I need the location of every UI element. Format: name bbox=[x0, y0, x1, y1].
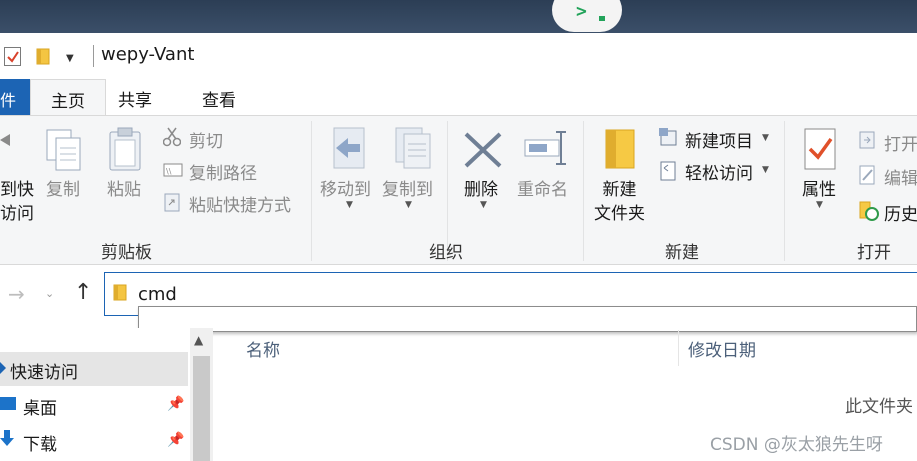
column-header-name[interactable]: 名称 bbox=[246, 336, 280, 361]
group-label-clipboard: 剪贴板 bbox=[101, 243, 152, 263]
copy-path-icon: \\ bbox=[163, 163, 183, 177]
copy-to-dropdown-icon[interactable]: ▼ bbox=[405, 200, 412, 210]
nav-item-desktop[interactable]: 桌面 bbox=[23, 394, 57, 419]
column-separator[interactable] bbox=[678, 330, 679, 366]
watermark: CSDN @灰太狼先生呀 bbox=[710, 435, 883, 455]
edit-button[interactable]: 编辑 bbox=[884, 164, 917, 189]
properties-quick-icon[interactable] bbox=[4, 47, 21, 66]
tab-share[interactable]: 共享 bbox=[118, 86, 152, 111]
download-icon bbox=[0, 430, 14, 446]
copy-button[interactable]: 复制 bbox=[46, 178, 80, 202]
group-label-open: 打开 bbox=[857, 243, 891, 263]
star-icon bbox=[0, 362, 6, 374]
scroll-up-icon[interactable]: ▲ bbox=[194, 333, 203, 347]
new-folder-button[interactable]: 新建 文件夹 bbox=[594, 178, 645, 226]
paste-shortcut-button[interactable]: 粘贴快捷方式 bbox=[189, 191, 291, 216]
quick-access-label: 快速访问 bbox=[10, 363, 78, 383]
rename-button[interactable]: 重命名 bbox=[517, 178, 568, 202]
tab-view[interactable]: 查看 bbox=[202, 86, 236, 111]
scrollbar-thumb[interactable] bbox=[193, 356, 210, 461]
new-folder-icon bbox=[605, 129, 635, 169]
group-separator bbox=[583, 121, 584, 261]
easy-access-button[interactable]: 轻松访问 bbox=[685, 159, 753, 184]
history-button[interactable]: 历史 bbox=[884, 200, 917, 225]
paste-shortcut-icon bbox=[164, 193, 180, 212]
scissors-icon bbox=[163, 127, 181, 147]
checkmark-doc-icon bbox=[804, 128, 836, 170]
forward-arrow-icon[interactable]: → bbox=[8, 282, 25, 306]
recent-locations-chevron-icon[interactable]: ⌄ bbox=[45, 287, 54, 300]
x-icon bbox=[464, 132, 502, 168]
copy-icon bbox=[46, 129, 81, 171]
copy-to-button[interactable]: 复制到 bbox=[382, 178, 433, 202]
new-item-button[interactable]: 新建项目 bbox=[685, 127, 753, 152]
top-strip bbox=[0, 0, 917, 33]
edit-icon bbox=[859, 165, 875, 185]
pin-quick-access-button[interactable]: 到快 访问 bbox=[0, 178, 34, 226]
folder-quick-icon[interactable] bbox=[36, 48, 50, 65]
pin-icon[interactable]: 📌 bbox=[167, 396, 184, 412]
copy-path-button[interactable]: 复制路径 bbox=[189, 159, 257, 184]
delete-button[interactable]: 删除 bbox=[464, 178, 498, 202]
easy-access-icon bbox=[660, 161, 676, 181]
new-item-icon bbox=[659, 128, 677, 146]
new-item-dropdown-icon[interactable]: ▼ bbox=[762, 133, 769, 143]
move-to-button[interactable]: 移动到 bbox=[320, 178, 371, 202]
paste-icon bbox=[109, 127, 141, 171]
easy-access-dropdown-icon[interactable]: ▼ bbox=[762, 165, 769, 175]
empty-folder-message: 此文件夹 bbox=[845, 397, 913, 417]
paste-button[interactable]: 粘贴 bbox=[107, 178, 141, 202]
window-title: wepy-Vant bbox=[101, 44, 195, 65]
group-label-new: 新建 bbox=[665, 243, 699, 263]
up-arrow-icon[interactable]: ↑ bbox=[74, 280, 92, 305]
cut-button[interactable]: 剪切 bbox=[189, 127, 223, 152]
history-icon bbox=[859, 201, 879, 221]
terminal-icon[interactable]: > bbox=[552, 0, 622, 32]
delete-dropdown-icon[interactable]: ▼ bbox=[480, 200, 487, 210]
svg-text:\\: \\ bbox=[166, 167, 172, 176]
group-separator bbox=[311, 121, 312, 261]
address-input[interactable]: cmd bbox=[138, 284, 177, 305]
open-button[interactable]: 打开 bbox=[884, 130, 917, 155]
move-to-icon bbox=[333, 127, 365, 169]
properties-dropdown-icon[interactable]: ▼ bbox=[816, 200, 823, 210]
folder-icon bbox=[113, 284, 127, 301]
group-label-organize: 组织 bbox=[429, 243, 463, 263]
rename-icon bbox=[524, 131, 566, 165]
pin-icon bbox=[0, 134, 10, 146]
tab-file[interactable]: 件 bbox=[0, 79, 30, 115]
pin-icon[interactable]: 📌 bbox=[167, 432, 184, 448]
open-icon bbox=[859, 131, 875, 149]
address-suggestions-dropdown[interactable] bbox=[138, 306, 917, 332]
nav-item-downloads[interactable]: 下载 bbox=[23, 430, 57, 455]
desktop-icon bbox=[0, 397, 16, 410]
tab-home[interactable]: 主页 bbox=[30, 79, 106, 116]
properties-button[interactable]: 属性 bbox=[802, 178, 836, 202]
terminal-cursor-icon bbox=[599, 16, 605, 21]
customize-quick-access-icon[interactable]: ▼ bbox=[66, 53, 74, 64]
title-separator bbox=[93, 45, 94, 67]
move-to-dropdown-icon[interactable]: ▼ bbox=[346, 200, 353, 210]
terminal-prompt-icon: > bbox=[576, 1, 587, 22]
copy-to-icon bbox=[395, 127, 431, 169]
group-separator bbox=[784, 121, 785, 261]
column-header-date[interactable]: 修改日期 bbox=[688, 336, 756, 361]
